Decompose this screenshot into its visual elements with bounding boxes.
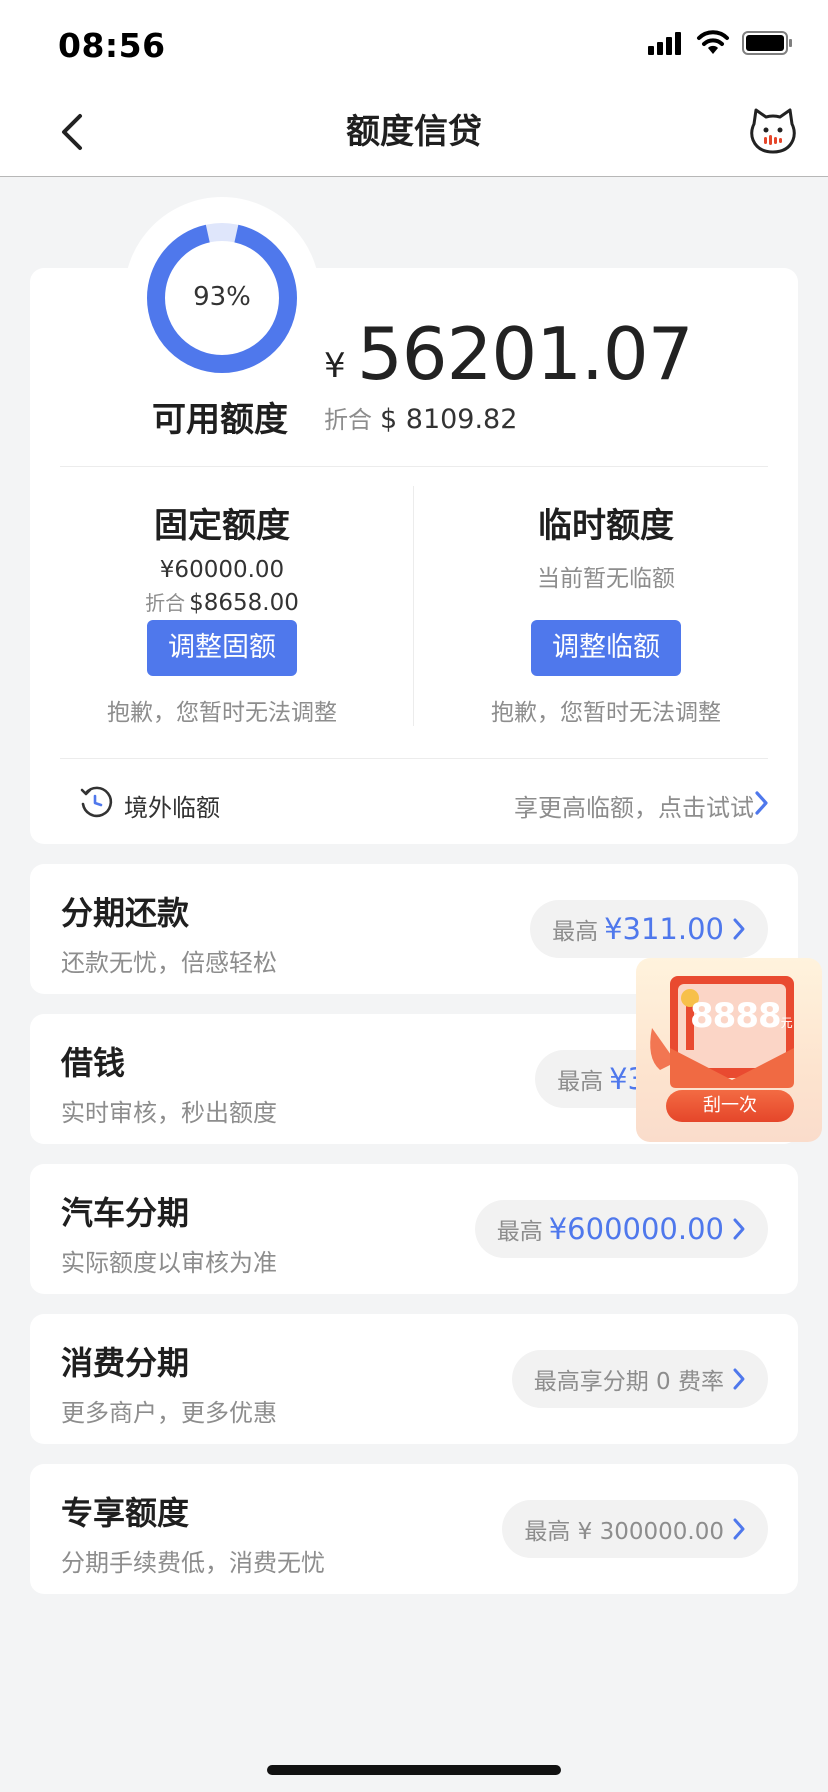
chevron-right-icon — [733, 1368, 745, 1390]
temporary-credit-actions: 调整临额 — [429, 620, 783, 676]
clock-refresh-icon — [80, 786, 113, 818]
pill-text: 最高享分期 0 费率 — [533, 1369, 724, 1395]
temporary-credit-note: 抱歉，您暂时无法调整 — [491, 700, 721, 726]
adjust-temporary-credit-button[interactable]: 调整临额 — [531, 620, 681, 676]
divider — [60, 758, 768, 759]
pill-prefix: 最高 — [496, 1219, 543, 1245]
available-converted: 折合 $ 8109.82 — [324, 400, 517, 435]
row-title: 借钱 — [61, 1044, 126, 1082]
row-title: 汽车分期 — [61, 1194, 190, 1232]
converted-amount: $ 8109.82 — [380, 404, 518, 435]
exclusive-credit-card[interactable]: 专享额度 分期手续费低，消费无忧 最高 ¥ 300000.00 — [30, 1464, 798, 1594]
scratch-card-promo[interactable]: 8888元 刮一次 — [636, 958, 822, 1142]
page-title: 额度信贷 — [346, 112, 482, 152]
fixed-credit-section: 固定额度 ¥60000.00 折合 $8658.00 — [45, 498, 399, 616]
chevron-right-icon — [733, 1218, 745, 1240]
promo-unit: 元 — [780, 1016, 793, 1030]
divider — [60, 466, 768, 467]
converted-label: 折合 — [145, 591, 186, 615]
overseas-hint: 享更高临额，点击试试 — [514, 794, 754, 822]
divider-vertical — [413, 486, 414, 726]
temporary-credit-status: 当前暂无临额 — [537, 566, 675, 592]
scratch-once-button[interactable]: 刮一次 — [666, 1090, 794, 1122]
temporary-credit-section: 临时额度 当前暂无临额 — [429, 498, 783, 593]
row-title: 专享额度 — [61, 1494, 190, 1532]
cellular-signal-icon — [648, 32, 681, 55]
temporary-credit-title: 临时额度 — [538, 506, 674, 546]
max-amount-pill[interactable]: 最高 ¥311.00 — [530, 900, 768, 958]
row-title: 消费分期 — [61, 1344, 190, 1382]
chevron-right-icon — [755, 791, 768, 815]
currency-symbol: ¥ — [324, 346, 346, 386]
adjust-fixed-credit-button[interactable]: 调整固额 — [147, 620, 297, 676]
promo-amount: 8888元 — [690, 996, 793, 1036]
fixed-credit-note: 抱歉，您暂时无法调整 — [107, 700, 337, 726]
cat-assistant-icon[interactable] — [748, 106, 798, 156]
row-subtitle: 更多商户，更多优惠 — [61, 1399, 277, 1427]
row-title: 分期还款 — [61, 894, 190, 932]
car-installment-card[interactable]: 汽车分期 实际额度以审核为准 最高 ¥600000.00 — [30, 1164, 798, 1294]
top-bar: 08:56 额度信贷 — [0, 0, 828, 177]
converted-label: 折合 — [324, 406, 372, 434]
available-credit-label: 可用额度 — [152, 400, 288, 440]
pill-amount: ¥311.00 — [604, 912, 724, 946]
fixed-credit-amount: ¥60000.00 — [159, 557, 285, 583]
overseas-temp-credit-label: 境外临额 — [124, 794, 220, 822]
status-icons — [648, 30, 794, 56]
pill-amount: ¥600000.00 — [548, 1212, 724, 1246]
overseas-temp-credit-row[interactable]: 境外临额 享更高临额，点击试试 — [78, 784, 768, 824]
max-amount-pill[interactable]: 最高 ¥600000.00 — [474, 1200, 768, 1258]
wifi-icon — [697, 30, 729, 54]
converted-amount: $8658.00 — [189, 590, 299, 616]
pill-prefix: 最高 — [552, 919, 599, 945]
row-subtitle: 还款无忧，倍感轻松 — [61, 949, 277, 977]
row-subtitle: 实际额度以审核为准 — [61, 1249, 277, 1277]
chevron-right-icon — [733, 918, 745, 940]
row-subtitle: 实时审核，秒出额度 — [61, 1099, 277, 1127]
status-time: 08:56 — [58, 26, 166, 65]
usage-percent: 93% — [193, 282, 251, 312]
fixed-credit-title: 固定额度 — [154, 506, 290, 546]
row-subtitle: 分期手续费低，消费无忧 — [61, 1549, 325, 1577]
available-amount: 56201.07 — [357, 312, 694, 396]
chevron-right-icon — [733, 1518, 745, 1540]
fixed-credit-converted: 折合 $8658.00 — [45, 587, 399, 616]
promo-amount-value: 8888 — [690, 996, 782, 1036]
zero-fee-pill[interactable]: 最高享分期 0 费率 — [511, 1350, 768, 1408]
pill-text: 最高 ¥ 300000.00 — [524, 1519, 724, 1545]
consumer-installment-card[interactable]: 消费分期 更多商户，更多优惠 最高享分期 0 费率 — [30, 1314, 798, 1444]
battery-icon — [742, 31, 792, 55]
max-amount-pill[interactable]: 最高 ¥ 300000.00 — [502, 1500, 768, 1558]
home-indicator — [267, 1765, 561, 1775]
fixed-credit-actions: 调整固额 — [45, 620, 399, 676]
pill-prefix: 最高 — [557, 1069, 604, 1095]
